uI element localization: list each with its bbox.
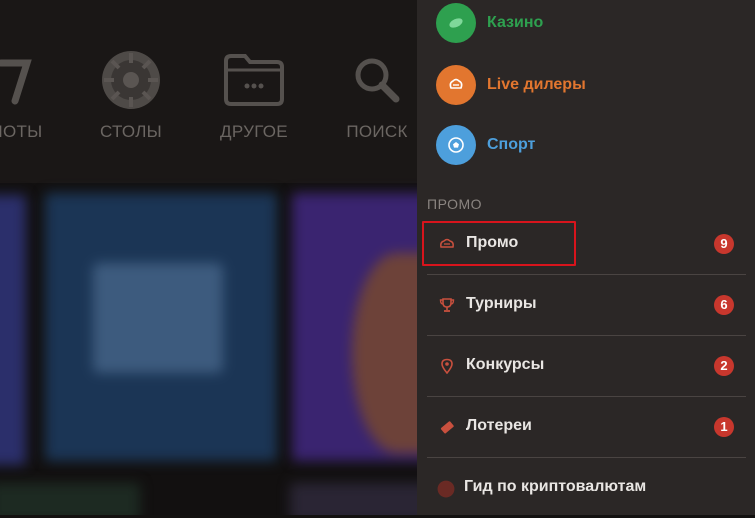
nav-item-tables[interactable]: СТОЛЫ xyxy=(86,50,176,142)
category-label: Казино xyxy=(487,14,544,31)
nav-item-other[interactable]: ДРУГОЕ xyxy=(209,50,299,142)
section-title-promo: ПРОМО xyxy=(427,196,483,212)
menu-item-crypto-guide[interactable]: Гид по криптовалютам xyxy=(427,458,746,518)
menu-item-lotteries[interactable]: Лотереи 1 xyxy=(427,397,746,457)
search-icon xyxy=(345,50,409,110)
count-badge: 2 xyxy=(714,356,734,376)
menu-item-contests[interactable]: Конкурсы 2 xyxy=(427,336,746,396)
top-navigation: ЛОТЫ СТОЛЫ xyxy=(0,0,417,183)
casino-icon xyxy=(436,3,476,43)
game-banner[interactable] xyxy=(45,193,277,461)
category-live-dealers[interactable]: Live дилеры xyxy=(436,65,586,105)
category-casino[interactable]: Казино xyxy=(436,3,543,43)
nav-item-slots[interactable]: ЛОТЫ xyxy=(0,50,62,142)
ticket-icon xyxy=(440,421,454,434)
game-banner[interactable] xyxy=(290,483,417,515)
count-badge: 9 xyxy=(714,234,734,254)
menu-item-label: Конкурсы xyxy=(466,356,545,373)
slot-machine-icon xyxy=(0,50,49,110)
game-banner[interactable] xyxy=(0,195,26,465)
trophy-icon xyxy=(439,298,455,312)
nav-item-label: ЛОТЫ xyxy=(0,122,43,141)
menu-item-label: Турниры xyxy=(466,295,537,312)
game-banners xyxy=(0,183,417,515)
soccer-ball-icon xyxy=(436,125,476,165)
menu-item-label: Гид по криптовалютам xyxy=(464,478,647,495)
category-label: Спорт xyxy=(487,136,536,153)
crypto-icon xyxy=(437,480,455,498)
nav-item-search[interactable]: ПОИСК xyxy=(332,50,417,142)
nav-item-label: СТОЛЫ xyxy=(99,122,163,141)
nav-item-label: ДРУГОЕ xyxy=(220,122,288,141)
nav-item-label: ПОИСК xyxy=(346,122,408,141)
game-banner[interactable] xyxy=(0,483,140,515)
category-label: Live дилеры xyxy=(487,76,586,93)
roulette-icon xyxy=(99,50,163,110)
game-banner[interactable] xyxy=(292,193,417,461)
menu-item-tournaments[interactable]: Турниры 6 xyxy=(427,275,746,335)
folder-icon xyxy=(222,50,286,110)
location-pin-icon xyxy=(441,358,453,374)
count-badge: 6 xyxy=(714,295,734,315)
highlight-box xyxy=(422,221,576,266)
count-badge: 1 xyxy=(714,417,734,437)
menu-item-label: Лотереи xyxy=(466,417,532,434)
category-sport[interactable]: Спорт xyxy=(436,125,535,165)
live-dealer-icon xyxy=(436,65,476,105)
app-background: ЛОТЫ СТОЛЫ xyxy=(0,0,417,515)
